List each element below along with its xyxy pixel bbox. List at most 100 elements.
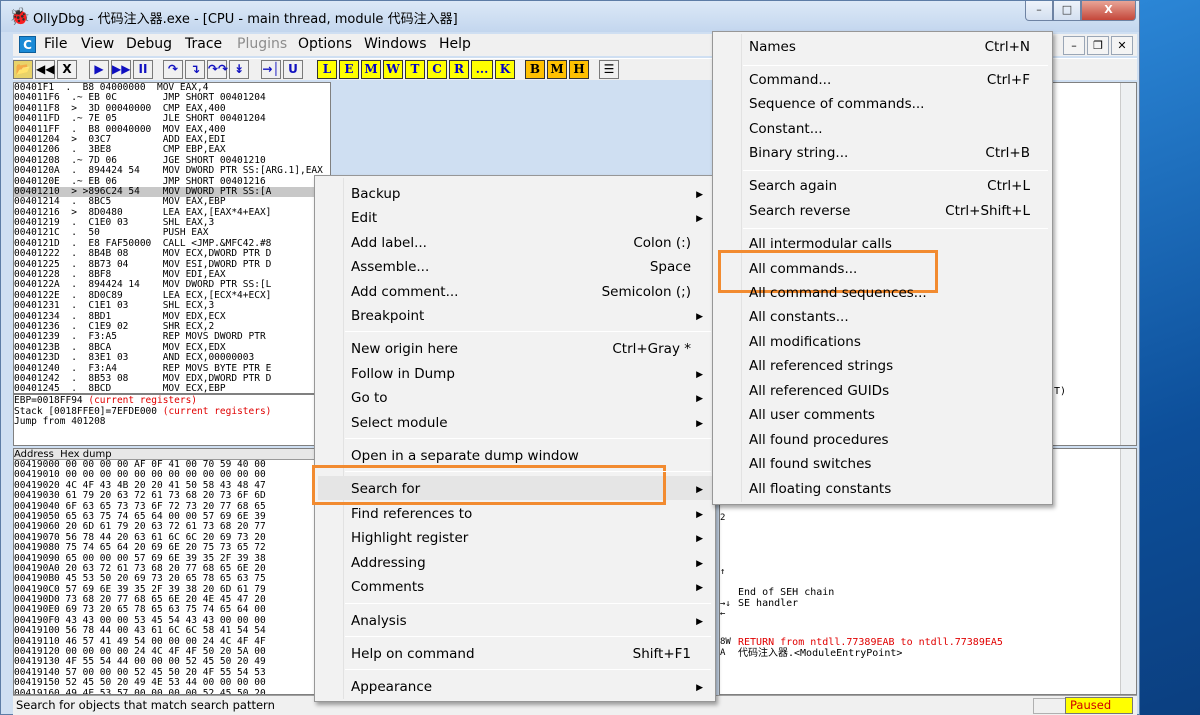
submenu-arrow-icon: ▶ — [696, 510, 703, 520]
menu-options[interactable]: Options — [298, 36, 352, 52]
restart-icon[interactable]: ◀◀ — [35, 60, 55, 79]
run-thread-icon[interactable]: ▶▶ — [111, 60, 131, 79]
submenu-item-all-modifications[interactable]: All modifications — [749, 334, 861, 350]
minimize-button[interactable]: – — [1025, 1, 1053, 21]
list-icon[interactable]: ☰ — [599, 60, 619, 79]
menu-view[interactable]: View — [81, 36, 114, 52]
stack-mark-2: →↓ — [720, 599, 731, 609]
submenu-item-all-intermodular-calls[interactable]: All intermodular calls — [749, 236, 892, 252]
submenu-item-binary-string[interactable]: Binary string... — [749, 145, 848, 161]
submenu-item-search-again[interactable]: Search again — [749, 178, 837, 194]
mdi-restore-button[interactable]: ❐ — [1087, 36, 1109, 55]
close-button[interactable]: X — [1081, 1, 1136, 21]
submenu-arrow-icon: ▶ — [696, 683, 703, 693]
disassembly-row[interactable]: 004011FD .~ 7E 05 JLE SHORT 00401204 — [14, 113, 330, 124]
threads-button[interactable]: T — [405, 60, 425, 79]
menu-item-highlight-register[interactable]: Highlight register — [351, 530, 468, 546]
menu-item-assemble[interactable]: Assemble... — [351, 259, 429, 275]
submenu-item-all-commands[interactable]: All commands... — [749, 261, 857, 277]
mdi-minimize-button[interactable]: – — [1063, 36, 1085, 55]
stack-scrollbar[interactable] — [1120, 449, 1136, 694]
disassembly-row[interactable]: 00401245 . 8BCD MOV ECX,EBP — [14, 383, 330, 393]
executables-button[interactable]: E — [339, 60, 359, 79]
submenu-arrow-icon: ▶ — [696, 419, 703, 429]
call-stack-button[interactable]: K — [495, 60, 515, 79]
breakpoints-button[interactable]: B — [525, 60, 545, 79]
menu-help[interactable]: Help — [439, 36, 471, 52]
step-over-icon[interactable]: ↴ — [185, 60, 205, 79]
menu-item-search-for[interactable]: Search for — [351, 481, 420, 497]
trace-into-icon[interactable]: ↷↷ — [207, 60, 228, 79]
menu-item-open-in-a-separate-dump-window[interactable]: Open in a separate dump window — [351, 448, 579, 464]
menu-item-find-references-to[interactable]: Find references to — [351, 506, 472, 522]
menu-item-new-origin-here[interactable]: New origin here — [351, 341, 458, 357]
menu-debug[interactable]: Debug — [126, 36, 172, 52]
menu-item-analysis[interactable]: Analysis — [351, 613, 407, 629]
menu-windows[interactable]: Windows — [364, 36, 427, 52]
menu-item-follow-in-dump[interactable]: Follow in Dump — [351, 366, 455, 382]
cpu-button[interactable]: C — [427, 60, 447, 79]
dump-row[interactable]: 00419030 61 79 20 63 72 61 73 68 20 73 6… — [14, 490, 314, 501]
log-window-button[interactable]: L — [317, 60, 337, 79]
submenu-item-command[interactable]: Command... — [749, 72, 831, 88]
trace-over-icon[interactable]: ↡ — [229, 60, 249, 79]
disassembly-row[interactable]: 0040123D . 83E1 03 AND ECX,00000003 — [14, 352, 330, 363]
menu-item-add-label[interactable]: Add label... — [351, 235, 427, 251]
menu-item-help-on-command[interactable]: Help on command — [351, 646, 475, 662]
maximize-button[interactable]: □ — [1053, 1, 1081, 21]
menu-plugins[interactable]: Plugins — [237, 36, 287, 52]
memory-map-button[interactable]: M — [361, 60, 381, 79]
submenu-item-shortcut: Ctrl+Shift+L — [945, 203, 1030, 219]
menu-item-add-comment[interactable]: Add comment... — [351, 284, 458, 300]
submenu-item-all-found-switches[interactable]: All found switches — [749, 456, 871, 472]
registers-scrollbar[interactable] — [1120, 83, 1136, 445]
paused-badge: Paused — [1065, 697, 1133, 714]
windows-button[interactable]: W — [383, 60, 403, 79]
menu-item-go-to[interactable]: Go to — [351, 390, 388, 406]
hardware-breakpoints-button[interactable]: H — [569, 60, 589, 79]
run-trace-button[interactable]: ... — [471, 60, 493, 79]
close-program-icon[interactable]: X — [57, 60, 77, 79]
menu-item-appearance[interactable]: Appearance — [351, 679, 432, 695]
submenu-item-sequence-of-commands[interactable]: Sequence of commands... — [749, 96, 924, 112]
dump-row[interactable]: 00419080 75 74 65 64 20 69 6E 20 75 73 6… — [14, 542, 314, 553]
menu-file[interactable]: File — [44, 36, 67, 52]
status-text: Search for objects that match search pat… — [16, 698, 275, 712]
step-into-icon[interactable]: ↷ — [163, 60, 183, 79]
menu-separator — [345, 331, 711, 332]
menu-trace[interactable]: Trace — [185, 36, 222, 52]
submenu-item-search-reverse[interactable]: Search reverse — [749, 203, 850, 219]
stack-mark-4: A — [720, 648, 726, 658]
hex-dump-pane[interactable]: Address Hex dump 00419000 00 00 00 00 AF… — [13, 448, 315, 695]
submenu-item-all-referenced-guids[interactable]: All referenced GUIDs — [749, 383, 889, 399]
references-button[interactable]: R — [449, 60, 469, 79]
submenu-item-all-floating-constants[interactable]: All floating constants — [749, 481, 891, 497]
bug-app-icon: 🐞 — [9, 7, 31, 27]
cpu-window-icon[interactable]: C — [19, 36, 36, 53]
pause-icon[interactable]: II — [133, 60, 153, 79]
submenu-item-names[interactable]: Names — [749, 39, 796, 55]
menu-item-select-module[interactable]: Select module — [351, 415, 448, 431]
menu-item-edit[interactable]: Edit — [351, 210, 377, 226]
stack-mark-1: ↑ — [720, 567, 726, 577]
memory-breakpoints-button[interactable]: M — [547, 60, 567, 79]
submenu-item-all-constants[interactable]: All constants... — [749, 309, 849, 325]
menu-item-addressing[interactable]: Addressing — [351, 555, 426, 571]
submenu-item-all-referenced-strings[interactable]: All referenced strings — [749, 358, 893, 374]
run-icon[interactable]: ▶ — [89, 60, 109, 79]
stack-mark-0: 2 — [720, 513, 726, 523]
submenu-item-all-user-comments[interactable]: All user comments — [749, 407, 875, 423]
menu-item-comments[interactable]: Comments — [351, 579, 424, 595]
menu-item-backup[interactable]: Backup — [351, 186, 401, 202]
submenu-item-all-command-sequences[interactable]: All command sequences... — [749, 285, 927, 301]
menu-item-breakpoint[interactable]: Breakpoint — [351, 308, 424, 324]
execute-till-user-code-icon[interactable]: U — [283, 60, 303, 79]
disassembly-row[interactable]: 0040120A . 894424 54 MOV DWORD PTR SS:[A… — [14, 165, 330, 176]
open-icon[interactable]: 📂 — [13, 60, 33, 79]
submenu-item-all-found-procedures[interactable]: All found procedures — [749, 432, 889, 448]
disassembly-pane[interactable]: 00401F1 . B8 04000000 MOV EAX,4 004011F6 … — [13, 82, 331, 394]
submenu-item-constant[interactable]: Constant... — [749, 121, 823, 137]
mdi-close-button[interactable]: ✕ — [1111, 36, 1133, 55]
execute-till-return-icon[interactable]: →│ — [261, 60, 281, 79]
status-separator — [1033, 698, 1067, 714]
